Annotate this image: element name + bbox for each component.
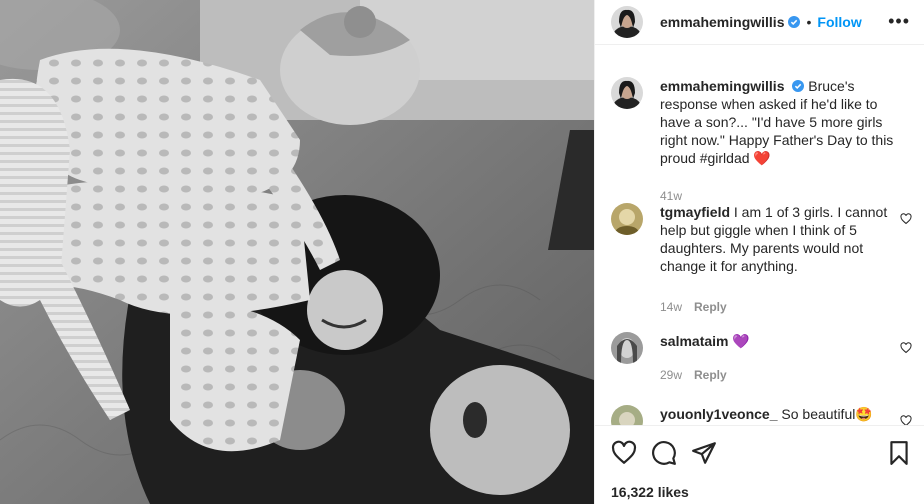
post-actions-bar [611, 440, 912, 468]
comment-text: So beautiful🤩 [781, 406, 873, 422]
author-username[interactable]: emmahemingwillis [660, 14, 784, 30]
comment-item: tgmayfield I am 1 of 3 girls. I cannot h… [611, 203, 912, 316]
comment-avatar[interactable] [611, 405, 643, 425]
comment-avatar[interactable] [611, 332, 643, 364]
caption-username[interactable]: emmahemingwillis [660, 78, 784, 94]
comment-item: salmataim 💜 29w Reply [611, 332, 912, 384]
post-header: emmahemingwillis • Follow ••• [595, 0, 924, 45]
separator-dot: • [806, 14, 812, 30]
red-heart-emoji: ❤️ [753, 150, 771, 166]
caption-item: emmahemingwillis Bruce's response when a… [611, 77, 912, 205]
verified-badge-icon [792, 80, 805, 92]
comments-list[interactable]: emmahemingwillis Bruce's response when a… [611, 63, 912, 425]
comment-body: tgmayfield I am 1 of 3 girls. I cannot h… [660, 203, 890, 316]
comment-username[interactable]: salmataim [660, 333, 728, 349]
comment-age[interactable]: 29w [660, 366, 682, 384]
purple-heart-emoji: 💜 [732, 333, 750, 349]
heart-icon[interactable] [611, 440, 637, 466]
like-comment-heart-icon[interactable] [900, 415, 912, 425]
author-avatar[interactable] [611, 6, 643, 38]
follow-button[interactable]: Follow [817, 14, 861, 30]
post-photo[interactable] [0, 0, 594, 504]
comment-username[interactable]: tgmayfield [660, 204, 730, 220]
reply-button[interactable]: Reply [694, 366, 727, 384]
comment-body: youonly1veonce_ So beautiful🤩 [660, 405, 873, 425]
comment-avatar[interactable] [611, 203, 643, 235]
like-comment-heart-icon[interactable] [900, 342, 912, 354]
paper-plane-icon[interactable] [691, 440, 717, 466]
bookmark-icon[interactable] [886, 440, 912, 466]
post-details-panel: emmahemingwillis • Follow ••• emmaheming… [594, 0, 924, 504]
comment-body: salmataim 💜 29w Reply [660, 332, 750, 384]
likes-count[interactable]: 16,322 likes [611, 484, 689, 500]
caption-body: emmahemingwillis Bruce's response when a… [660, 77, 910, 205]
actions-divider [595, 425, 924, 426]
comment-item: youonly1veonce_ So beautiful🤩 [611, 405, 912, 425]
comment-username[interactable]: youonly1veonce_ [660, 406, 778, 422]
reply-button[interactable]: Reply [694, 298, 727, 316]
verified-badge-icon [788, 16, 801, 28]
comment-icon[interactable] [651, 440, 677, 466]
comment-age[interactable]: 14w [660, 298, 682, 316]
more-options-icon[interactable]: ••• [888, 12, 910, 30]
photo-image [0, 0, 594, 504]
like-comment-heart-icon[interactable] [900, 213, 912, 225]
caption-avatar[interactable] [611, 77, 643, 109]
